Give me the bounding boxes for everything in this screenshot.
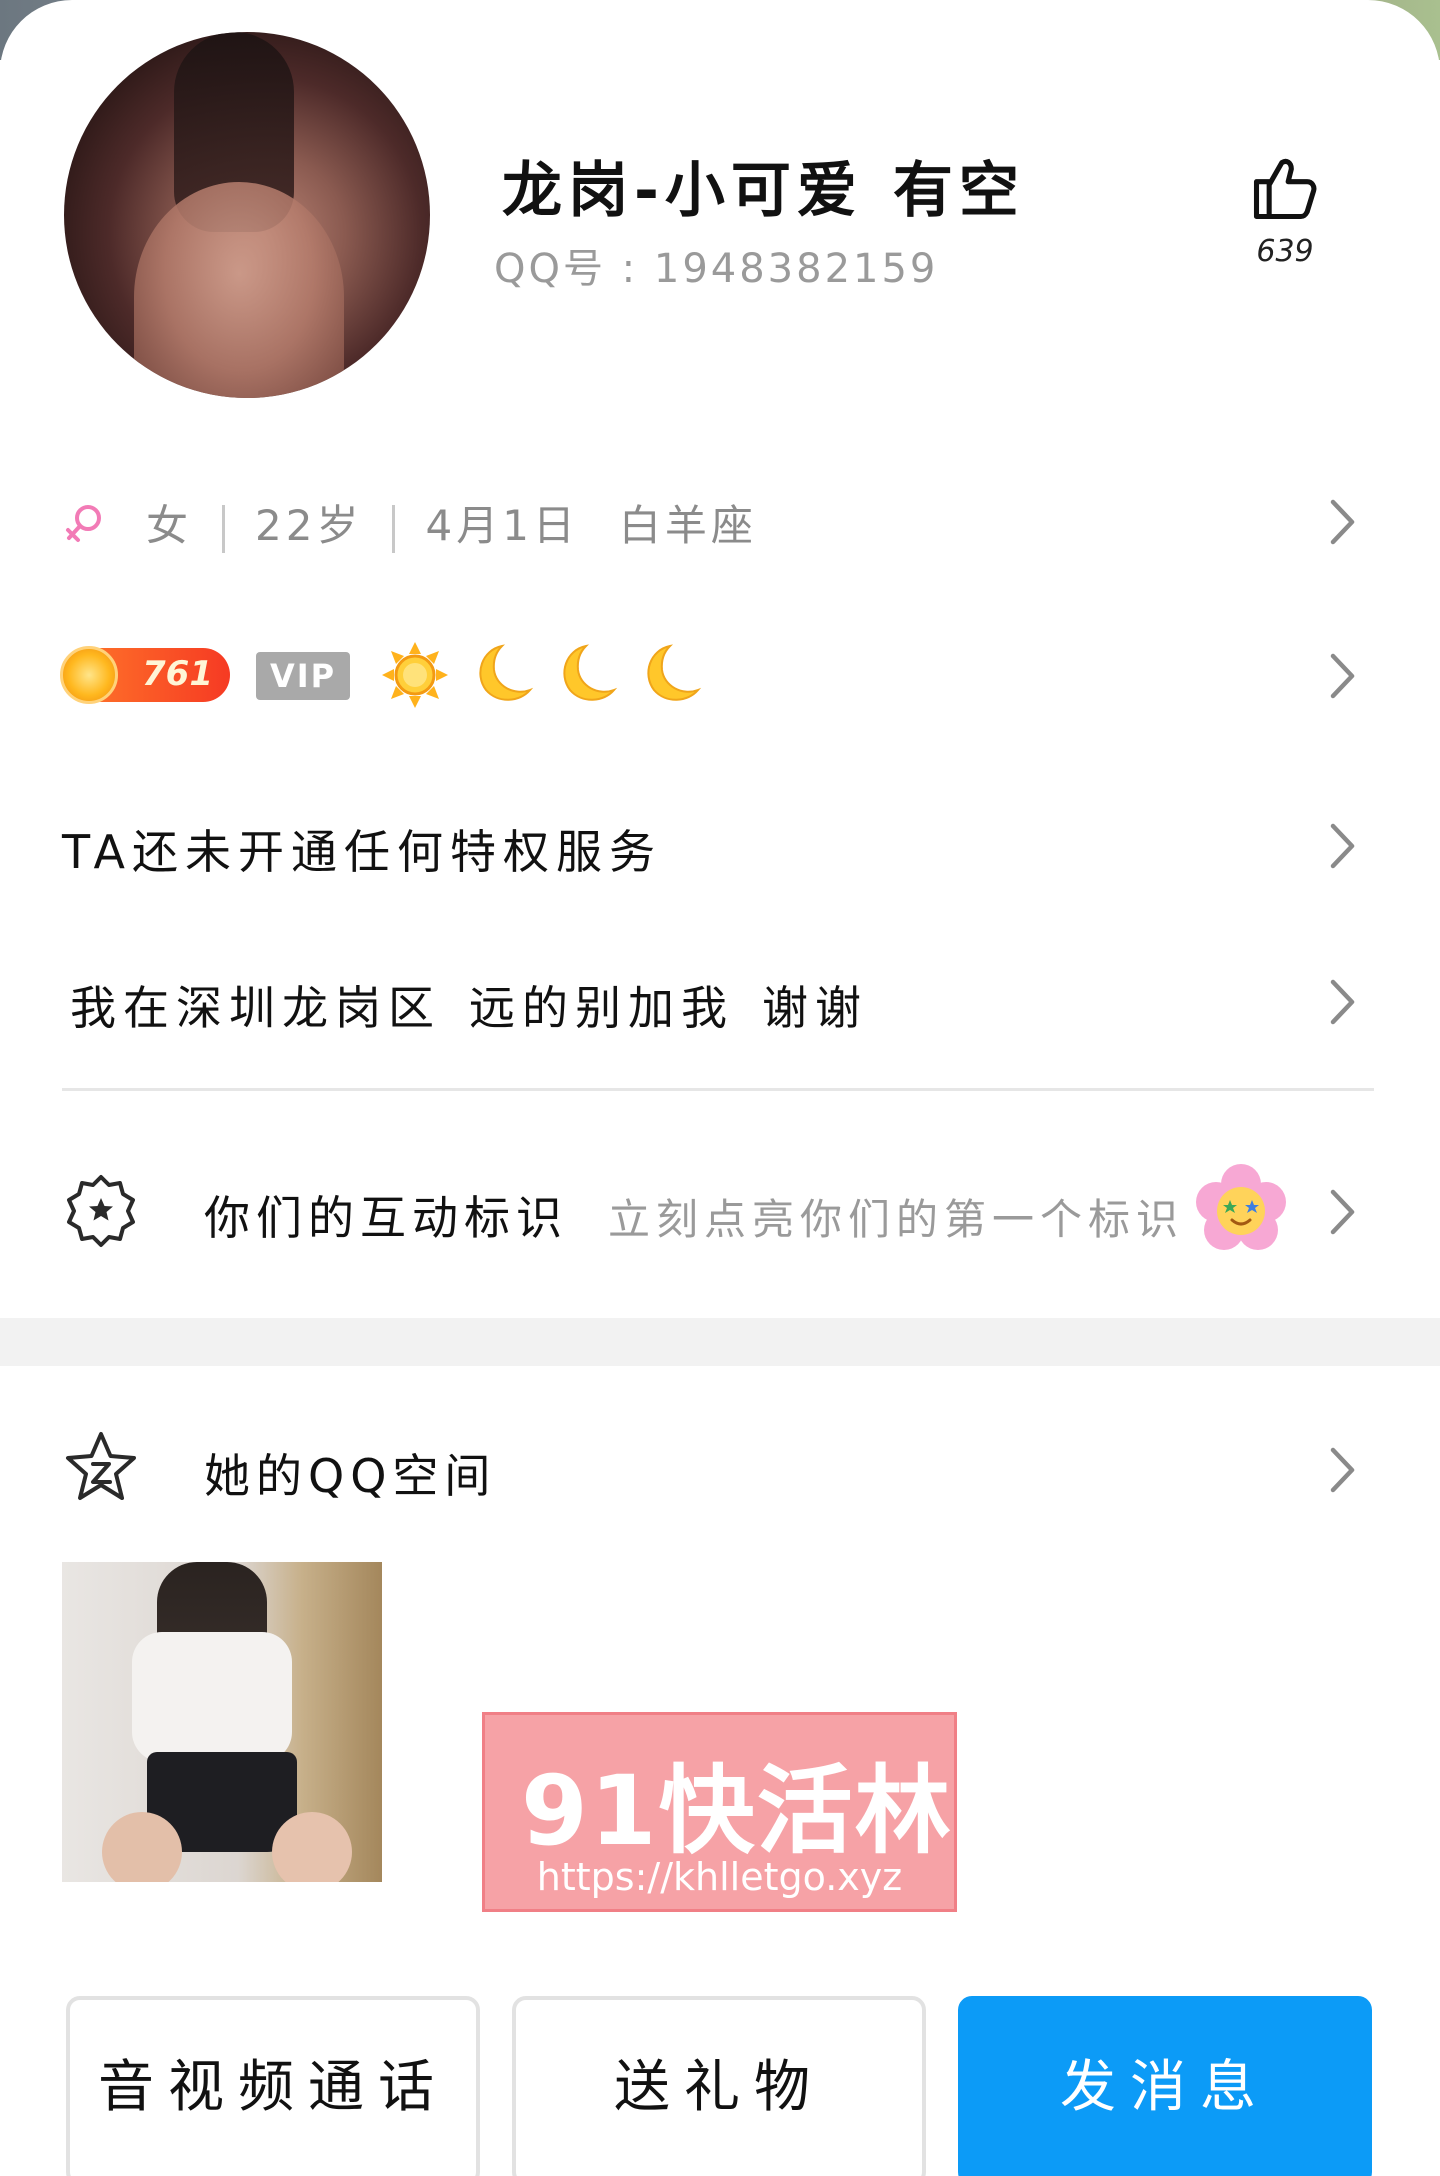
qzone-row[interactable]: 她的QQ空间	[0, 1424, 1440, 1524]
moon-icon	[647, 644, 702, 701]
moon-icon	[479, 644, 534, 701]
profile-screen: 龙岗-小可爱 有空 QQ号 : 1948382159 639 女 22岁 4月1日 白羊…	[0, 0, 1440, 2176]
chevron-right-icon	[1328, 650, 1358, 702]
qzone-title: 她的QQ空间	[204, 1449, 497, 1503]
chevron-right-icon	[1328, 820, 1358, 872]
level-row[interactable]: 761 VIP	[0, 640, 1440, 712]
qq-number: QQ号 : 1948382159	[494, 246, 939, 292]
interaction-subtitle: 立刻点亮你们的第一个标识	[608, 1195, 1185, 1244]
gender: 女	[146, 501, 193, 550]
chevron-right-icon	[1328, 496, 1358, 548]
female-icon	[66, 505, 101, 542]
qzone-photo-thumbnail[interactable]	[62, 1562, 382, 1882]
birthday: 4月1日	[425, 501, 579, 550]
send-gift-button[interactable]: 送礼物	[512, 1996, 926, 2176]
level-badge: 761	[60, 646, 230, 704]
like-button[interactable]: 639	[1240, 150, 1330, 269]
profile-name: 龙岗-小可爱 有空	[502, 142, 1025, 229]
divider	[62, 1088, 1374, 1091]
basic-info-text: 女 22岁 4月1日 白羊座	[146, 492, 757, 553]
sun-level-icon	[60, 646, 118, 704]
zodiac: 白羊座	[618, 501, 757, 550]
badge-star-icon	[67, 1175, 135, 1247]
profile-card: 龙岗-小可爱 有空 QQ号 : 1948382159 639 女 22岁 4月1日 白羊…	[0, 0, 1440, 2176]
privilege-text: TA还未开通任何特权服务	[62, 825, 662, 879]
interaction-mark-row[interactable]: 你们的互动标识 立刻点亮你们的第一个标识	[0, 1164, 1440, 1264]
profile-name-main: 龙岗-小可爱	[502, 156, 863, 226]
thumbs-up-icon	[1253, 158, 1317, 220]
signature-row[interactable]: 我在深圳龙岗区 远的别加我 谢谢	[0, 966, 1440, 1036]
watermark-overlay: 91快活林 https://khlletgo.xyz	[482, 1712, 957, 1912]
flower-emoji-icon	[1196, 1164, 1286, 1250]
signature-text: 我在深圳龙岗区 远的别加我 谢谢	[70, 972, 868, 1038]
level-tier-icons	[380, 640, 702, 712]
signature-part-1: 我在深圳龙岗区	[70, 981, 441, 1035]
basic-info-row[interactable]: 女 22岁 4月1日 白羊座	[0, 488, 1440, 553]
privilege-row[interactable]: TA还未开通任何特权服务	[0, 810, 1440, 880]
level-value: 761	[142, 654, 213, 694]
chevron-right-icon	[1328, 1186, 1358, 1238]
signature-part-3: 谢谢	[762, 981, 868, 1035]
vip-badge: VIP	[256, 652, 350, 700]
like-count: 639	[1256, 234, 1314, 269]
watermark-brand: 91快活林	[521, 1755, 953, 1867]
avatar[interactable]	[64, 32, 430, 398]
profile-name-status: 有空	[892, 156, 1025, 226]
chevron-right-icon	[1328, 1444, 1358, 1496]
sun-icon	[382, 642, 448, 708]
video-call-button[interactable]: 音视频通话	[66, 1996, 480, 2176]
qzone-star-icon	[66, 1432, 136, 1500]
chevron-right-icon	[1328, 976, 1358, 1028]
section-separator	[0, 1318, 1440, 1366]
signature-part-2: 远的别加我	[469, 981, 734, 1035]
moon-icon	[563, 644, 618, 701]
age: 22岁	[255, 501, 363, 550]
interaction-title: 你们的互动标识	[204, 1191, 568, 1245]
watermark-url: https://khlletgo.xyz	[536, 1855, 903, 1899]
send-message-button[interactable]: 发消息	[958, 1996, 1372, 2176]
